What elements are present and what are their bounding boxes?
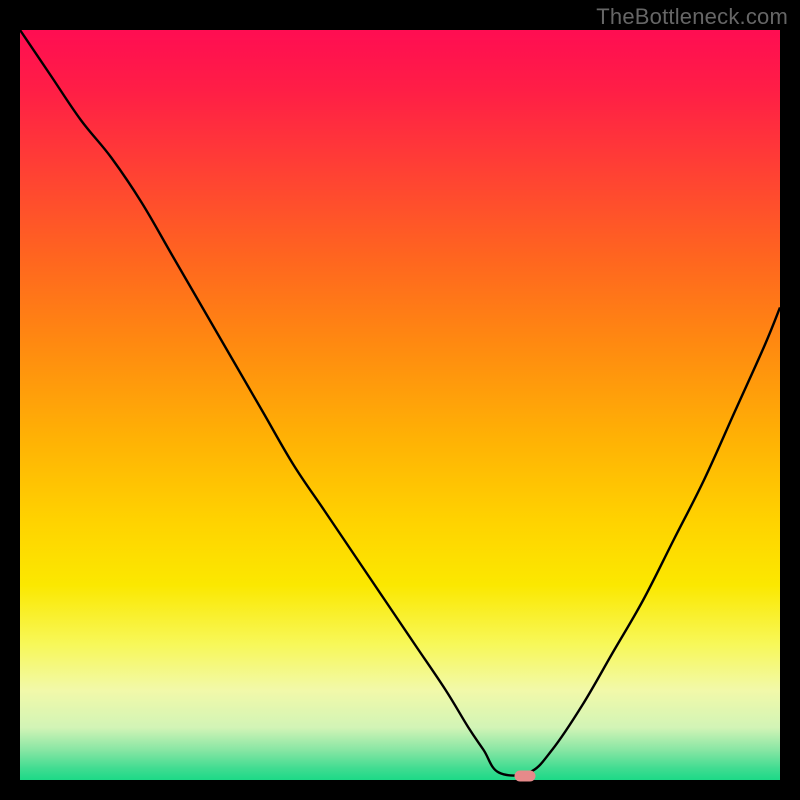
optimal-marker	[515, 770, 536, 781]
plot-svg	[20, 30, 780, 780]
watermark-text: TheBottleneck.com	[596, 4, 788, 30]
plot-area	[20, 30, 780, 780]
gradient-background	[20, 30, 780, 780]
chart-frame: TheBottleneck.com	[0, 0, 800, 800]
